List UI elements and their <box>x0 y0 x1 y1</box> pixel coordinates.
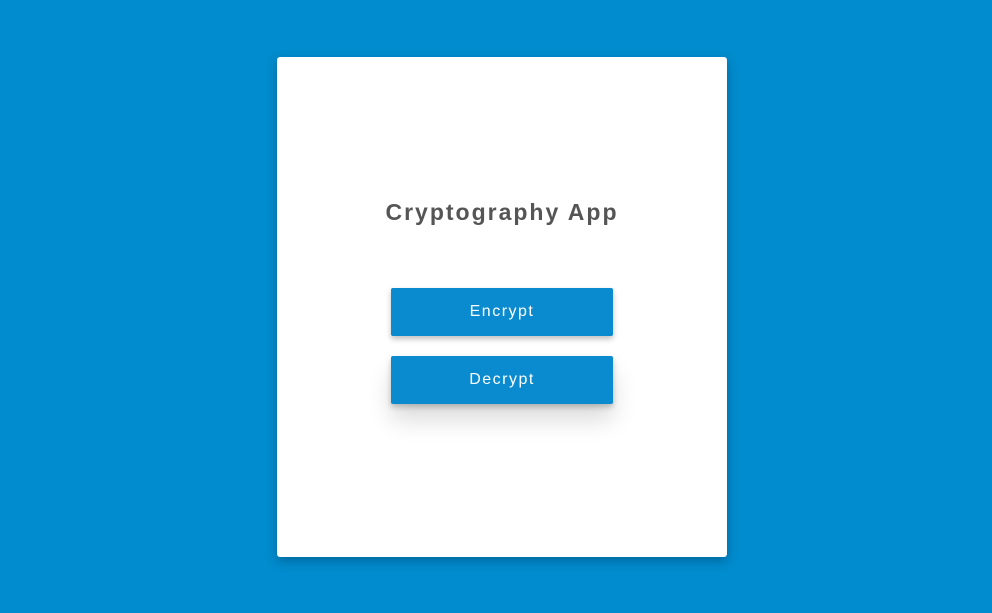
encrypt-button[interactable]: Encrypt <box>391 288 613 336</box>
decrypt-button-container: Decrypt <box>391 356 613 404</box>
encrypt-button-container: Encrypt <box>391 288 613 336</box>
decrypt-button[interactable]: Decrypt <box>391 356 613 404</box>
app-card: Cryptography App Encrypt Decrypt <box>277 57 727 557</box>
page-title: Cryptography App <box>385 199 619 225</box>
